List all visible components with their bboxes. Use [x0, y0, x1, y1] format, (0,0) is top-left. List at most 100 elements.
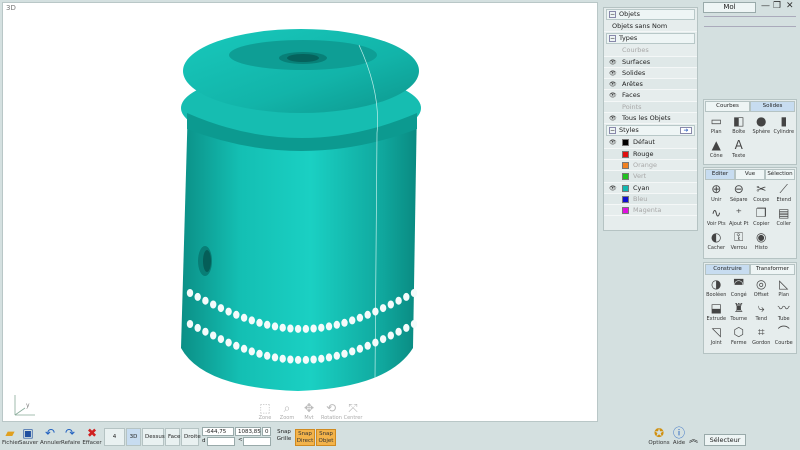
help-button[interactable]: ⓘ Aide [671, 426, 687, 446]
tab-solides[interactable]: Solides [750, 101, 795, 112]
type-row-tous-les-objets[interactable]: 👁 Tous les Objets [604, 113, 697, 125]
tab-vue[interactable]: Vue [735, 169, 765, 180]
tool-offset-button[interactable]: ◎ Offset [750, 277, 773, 301]
tool-booleen-button[interactable]: ◑ Booléen [705, 277, 728, 301]
tool-histo-button[interactable]: ◉ Histo [750, 230, 773, 254]
options-button[interactable]: ✪ Options [648, 426, 670, 446]
tool-boite-button[interactable]: ◧ Boîte [728, 114, 751, 138]
eye-icon[interactable]: 👁 [609, 79, 617, 90]
tab-courbes[interactable]: Courbes [705, 101, 750, 112]
viewport-3d[interactable]: 3D y ⬚ Zone ⌕ Zoom ✥ Mvt ⟲ Rotation ⤧ Ce… [2, 2, 598, 422]
collapse-icon[interactable]: − [609, 11, 616, 18]
eye-icon[interactable]: 👁 [609, 68, 617, 79]
type-row-points[interactable]: Points [604, 101, 697, 114]
style-row-vert[interactable]: Vert [604, 171, 697, 183]
tool-tube-button[interactable]: 〰 Tube [773, 301, 796, 325]
eye-icon[interactable]: 👁 [609, 137, 617, 148]
delete-button[interactable]: ✖ Effacer [82, 426, 102, 446]
tool-conge-button[interactable]: ◚ Congé [728, 277, 751, 301]
tool-gordon-button[interactable]: ⌗ Gordon [750, 325, 773, 349]
move-tool[interactable]: ✥ Mvt [299, 401, 319, 421]
cylinder-model[interactable] [3, 3, 598, 422]
selector-button[interactable]: Sélecteur [704, 434, 746, 446]
tab-transformer[interactable]: Transformer [750, 264, 795, 275]
view-dessus-button[interactable]: Dessus [142, 428, 165, 446]
style-row-magenta[interactable]: Magenta [604, 205, 697, 217]
type-row-courbes[interactable]: Courbes [604, 45, 697, 57]
view-3d-button[interactable]: 3D [126, 428, 141, 446]
eye-icon[interactable]: 👁 [609, 90, 617, 101]
style-row-orange[interactable]: Orange [604, 160, 697, 172]
tool-unir-button[interactable]: ⊕ Unir [705, 182, 728, 206]
tool-courbe-button[interactable]: ⌒ Courbe [773, 325, 796, 349]
style-row-rouge[interactable]: Rouge [604, 148, 697, 160]
snap-grid-toggle[interactable]: Snap Grille [274, 429, 294, 443]
file-button[interactable]: ▰ Fichier [2, 426, 20, 446]
tool-etend-button[interactable]: ⟋ Etend [773, 182, 796, 206]
type-row-surfaces[interactable]: 👁 Surfaces [604, 56, 697, 68]
undo-button[interactable]: ↶ Annuler [40, 426, 61, 446]
mode-box[interactable]: Mol [703, 2, 756, 13]
tool-extrude-button[interactable]: ⬓ Extrude [705, 301, 728, 325]
tool-plan-button[interactable]: ◺ Plan [773, 277, 796, 301]
tool-copier-button[interactable]: ❐ Copier [750, 206, 773, 230]
styles-arrow-icon[interactable]: ➜ [680, 127, 692, 135]
style-row-cyan[interactable]: 👁 Cyan [604, 183, 697, 194]
zoom-magnifier[interactable]: ⌕ Zoom [277, 401, 297, 421]
tool-cacher-button[interactable]: ◐ Cacher [705, 230, 728, 254]
tab-editer[interactable]: Editer [705, 169, 735, 180]
eye-icon[interactable]: 👁 [609, 113, 617, 124]
save-button[interactable]: ▣ Sauver [19, 426, 38, 446]
tab-selection[interactable]: Sélection [765, 169, 795, 180]
type-row-aretes[interactable]: 👁 Arêtes [604, 79, 697, 91]
tool-ferme-button[interactable]: ⬡ Ferme [728, 325, 751, 349]
style-row-bleu[interactable]: Bleu [604, 193, 697, 206]
coord-y-field[interactable]: 1083,85 [235, 427, 261, 436]
tool-joint-button[interactable]: ◹ Joint [705, 325, 728, 349]
collapse-icon[interactable]: − [609, 35, 616, 43]
tool-voir-pts-button[interactable]: ∿ Voir Pts [705, 206, 728, 230]
perforation-dot [186, 320, 194, 328]
view-droite-button[interactable]: Droite [181, 428, 201, 446]
snap-object-toggle[interactable]: Snap Objet [316, 429, 336, 446]
eye-icon[interactable]: 👁 [609, 183, 617, 194]
style-row-defaut[interactable]: 👁 Défaut [604, 137, 697, 149]
tab-construire[interactable]: Construire [705, 264, 750, 275]
tool-tourne-button[interactable]: ♜ Tourne [728, 301, 751, 325]
snap-direct-toggle[interactable]: Snap Direct [295, 429, 315, 446]
close-icon[interactable]: ✕ [786, 1, 794, 11]
tool-cylindre-button[interactable]: ▮ Cylindre [773, 114, 796, 138]
tool-tend-button[interactable]: ⤷ Tend [750, 301, 773, 325]
objets-item[interactable]: Objets sans Nom [604, 21, 697, 33]
angle-field[interactable] [243, 437, 271, 446]
tool-ajout-pt-button[interactable]: ⁺ Ajout Pt [728, 206, 751, 230]
restore-icon[interactable]: ❐ [773, 1, 781, 11]
distance-field[interactable] [207, 437, 235, 446]
collapse-icon[interactable]: − [609, 127, 616, 135]
tool-label: Booléen [706, 292, 727, 298]
tool-plan-button[interactable]: ▭ Plan [705, 114, 728, 138]
type-row-faces[interactable]: 👁 Faces [604, 90, 697, 102]
tool-coupe-button[interactable]: ✂ Coupe [750, 182, 773, 206]
types-header[interactable]: − Types [606, 33, 695, 45]
eye-icon[interactable]: 👁 [609, 57, 617, 68]
rotation-tool[interactable]: ⟲ Rotation [321, 401, 342, 421]
tool-verrou-button[interactable]: ⚿ Verrou [728, 230, 751, 254]
redo-button[interactable]: ↷ Refaire [61, 426, 80, 446]
view-4-vues-button[interactable]: 4 Vues [104, 428, 125, 446]
tool-texte-button[interactable]: A Texte [728, 138, 751, 162]
coord-z-field[interactable]: 0 [262, 427, 271, 436]
objets-header[interactable]: − Objets [606, 9, 695, 20]
tool-separe-button[interactable]: ⊖ Sépare [728, 182, 751, 206]
type-row-solides[interactable]: 👁 Solides [604, 68, 697, 80]
tool-sphere-button[interactable]: ● Sphère [750, 114, 773, 138]
view-face-button[interactable]: Face [165, 428, 180, 446]
zoom-tool[interactable]: ⬚ Zone [255, 401, 275, 421]
coord-x-field[interactable]: -644,75 [202, 427, 234, 436]
minimize-icon[interactable]: — [761, 1, 770, 11]
tool-coller-button[interactable]: ▤ Coller [773, 206, 796, 230]
center-tool[interactable]: ⤧ Centrer [343, 401, 363, 421]
tool-cone-button[interactable]: ▲ Cône [705, 138, 728, 162]
chevron-up-icon[interactable]: ︽ [689, 432, 698, 445]
styles-header[interactable]: − Styles ➜ [606, 125, 695, 137]
